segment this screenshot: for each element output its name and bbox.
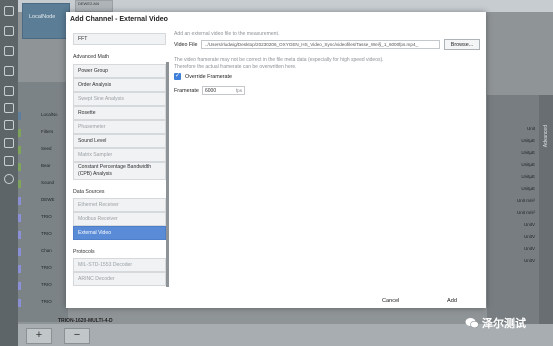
tree-row[interactable]: Seed xyxy=(18,146,68,154)
tree-row[interactable]: TRIO xyxy=(18,299,68,307)
video-file-input[interactable]: ../Users/rludwig/Desktop/20230206_OXYGEN… xyxy=(201,40,440,49)
car-icon[interactable] xyxy=(4,156,14,166)
device-name: TRION-1620-MULTI-4-D xyxy=(58,318,113,324)
list-item-fft[interactable]: FFT xyxy=(73,33,166,45)
dialog-footer: Cancel Add xyxy=(66,295,486,308)
list-item-mil-std-1553-decoder[interactable]: MIL-STD-1553 Decoder xyxy=(73,258,166,272)
tree-row[interactable]: TRIO xyxy=(18,282,68,290)
add-button[interactable]: Add xyxy=(447,298,457,304)
list-item-swept-sine-analysis[interactable]: Swept Sine Analysis xyxy=(73,92,166,106)
tree-row[interactable]: Bear xyxy=(18,163,68,171)
tree-row[interactable]: Chan xyxy=(18,248,68,256)
wechat-logo-icon xyxy=(465,318,479,329)
description-text: Add an external video file to the measur… xyxy=(174,31,280,37)
tree-row[interactable]: Filters xyxy=(18,129,68,137)
app-left-toolbar xyxy=(0,0,18,346)
unit-cell: UnitV xyxy=(523,258,535,263)
tree-row[interactable]: LocalNo xyxy=(18,112,68,120)
list-item-ethernet-receiver[interactable]: Ethernet Receiver xyxy=(73,198,166,212)
category-advanced-math: Advanced Math xyxy=(73,54,110,60)
info-icon[interactable] xyxy=(4,174,14,184)
framerate-label: Framerate xyxy=(174,88,199,94)
lightning-icon[interactable] xyxy=(4,103,14,113)
list-item-cpb-analysis[interactable]: Constant Percentage Bandwidth (CPB) Anal… xyxy=(73,162,166,180)
tree-row[interactable]: TRIO xyxy=(18,214,68,222)
warning-line-2: Therefore the actual framerate can be ov… xyxy=(174,64,297,70)
dialog-title: Add Channel - External Video xyxy=(70,16,168,23)
category-data-sources: Data Sources xyxy=(73,189,105,195)
warning-line-1: The video framerate may not be correct i… xyxy=(174,57,384,63)
export-icon[interactable] xyxy=(4,138,14,148)
tree-row[interactable]: TRIO xyxy=(18,265,68,273)
channel-type-list: FFT Advanced Math Power Group Order Anal… xyxy=(66,30,166,295)
list-item-rosette[interactable]: Rosette xyxy=(73,106,166,120)
list-scrollbar[interactable] xyxy=(166,62,169,287)
tree-row[interactable]: DEWE xyxy=(18,197,68,205)
settings-icon[interactable] xyxy=(4,26,14,36)
override-framerate-label: Override Framerate xyxy=(185,74,233,80)
list-item-power-group[interactable]: Power Group xyxy=(73,64,166,78)
remove-channel-button[interactable]: − xyxy=(64,328,90,344)
override-framerate-checkbox[interactable]: ✓ xyxy=(174,73,181,80)
tree-row[interactable]: TRIO xyxy=(18,231,68,239)
list-item-external-video[interactable]: External Video xyxy=(73,226,166,240)
timer-icon[interactable] xyxy=(4,46,14,56)
framerate-unit: fps xyxy=(235,88,242,93)
advanced-tab-label: Advanced xyxy=(543,125,549,148)
pulse-icon[interactable] xyxy=(4,86,14,96)
local-node-label: LocalNode xyxy=(29,14,56,20)
menu-icon[interactable] xyxy=(4,6,14,16)
list-item-modbus-receiver[interactable]: Modbus Receiver xyxy=(73,212,166,226)
device-tab[interactable]: DEWE2-M4 xyxy=(75,0,113,12)
flag-icon[interactable] xyxy=(4,120,14,130)
cancel-button[interactable]: Cancel xyxy=(382,298,399,304)
tree-row[interactable]: Sound xyxy=(18,180,68,188)
video-file-label: Video File xyxy=(174,42,198,48)
add-channel-dialog: Add Channel - External Video FFT Advance… xyxy=(66,12,486,308)
framerate-input[interactable]: 6000 fps xyxy=(202,86,245,95)
list-item-order-analysis[interactable]: Order Analysis xyxy=(73,78,166,92)
category-protocols: Protocols xyxy=(73,249,95,255)
list-item-phasemeter[interactable]: Phasemeter xyxy=(73,120,166,134)
document-icon[interactable] xyxy=(4,66,14,76)
list-item-sound-level[interactable]: Sound Level xyxy=(73,134,166,148)
list-item-arinc-decoder[interactable]: ARINC Decoder xyxy=(73,272,166,286)
list-item-matrix-sampler[interactable]: Matrix Sampler xyxy=(73,148,166,162)
framerate-warning: The video framerate may not be correct i… xyxy=(174,57,384,71)
framerate-value: 6000 xyxy=(205,88,217,94)
watermark: 泽尔测试 xyxy=(465,316,526,330)
watermark-text: 泽尔测试 xyxy=(482,318,526,330)
local-node-tile[interactable]: LocalNode xyxy=(22,3,70,39)
add-channel-button[interactable]: + xyxy=(26,328,52,344)
advanced-side-panel[interactable]: Advanced xyxy=(539,95,553,325)
browse-button[interactable]: Browse... xyxy=(444,39,480,50)
